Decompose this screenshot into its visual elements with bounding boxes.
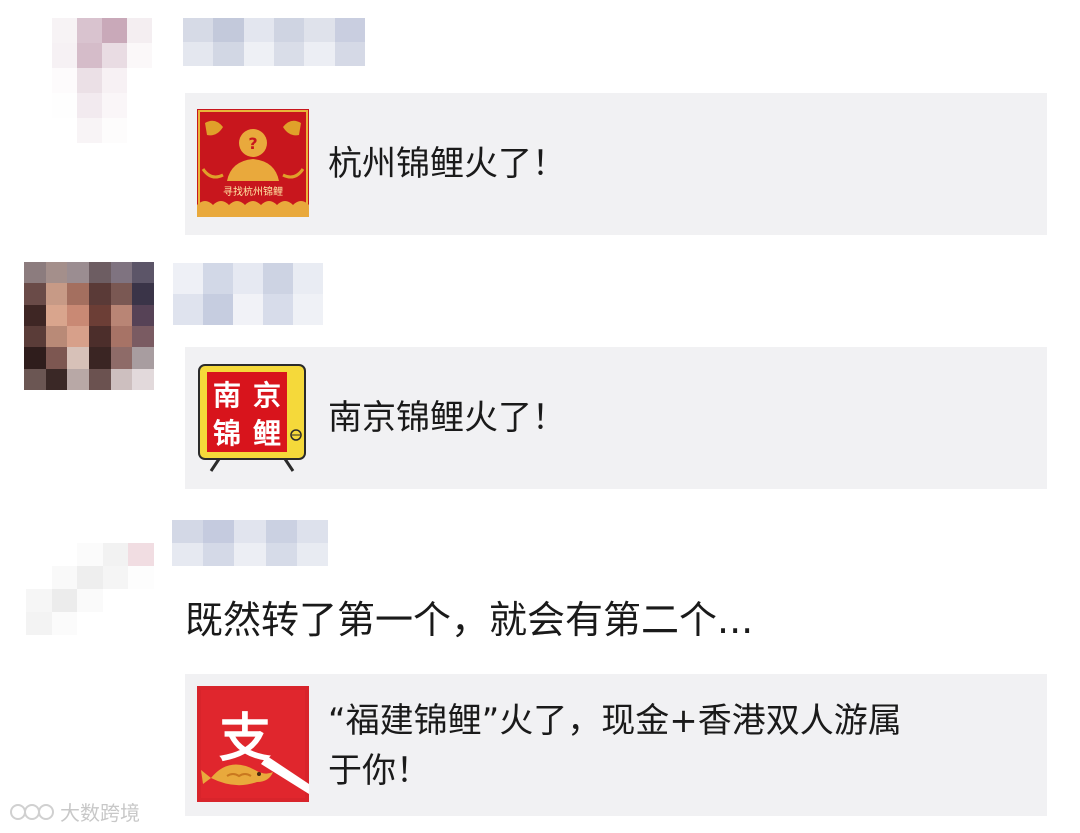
svg-text:?: ?: [248, 134, 257, 153]
hangzhou-thumb-caption: 寻找杭州锦鲤: [223, 185, 283, 198]
nanjing-thumb-char-2: 京: [253, 379, 281, 412]
sender-name-1: [183, 18, 365, 66]
card-title: 南京锦鲤火了！: [328, 398, 566, 438]
message-text: 既然转了第一个，就会有第二个...: [185, 598, 754, 642]
card-title-line-1: “福建锦鲤”火了，现金+香港双人游属: [328, 701, 902, 741]
nanjing-thumb-char-1: 南: [213, 379, 241, 412]
sender-avatar-2[interactable]: [24, 262, 154, 390]
nanjing-thumb-char-4: 鲤: [253, 417, 281, 450]
fujian-koi-thumbnail: 支: [197, 686, 309, 802]
sender-avatar-3[interactable]: [26, 543, 154, 635]
nanjing-thumb-char-3: 锦: [213, 417, 241, 450]
watermark-text: 大数跨境: [60, 801, 140, 825]
sender-name-3: [172, 520, 328, 566]
nanjing-koi-thumbnail: 南 京 锦 鲤: [197, 363, 309, 473]
link-card-fujian[interactable]: 支 “福建锦鲤”火了，现金+香港双人游属 于你！: [185, 674, 1047, 816]
watermark: 大数跨境: [8, 797, 140, 826]
hangzhou-koi-thumbnail: ? 寻找杭州锦鲤: [197, 109, 309, 217]
link-card-hangzhou[interactable]: ? 寻找杭州锦鲤 杭州锦鲤火了！: [185, 93, 1047, 235]
card-title-line-2: 于你！: [328, 751, 430, 791]
sender-name-2: [173, 263, 323, 325]
fujian-thumb-char: 支: [219, 709, 271, 769]
card-title: 杭州锦鲤火了！: [328, 144, 566, 184]
link-card-nanjing[interactable]: 南 京 锦 鲤 南京锦鲤火了！: [185, 347, 1047, 489]
sender-avatar-1[interactable]: [52, 18, 152, 143]
watermark-logo-icon: [10, 803, 54, 820]
